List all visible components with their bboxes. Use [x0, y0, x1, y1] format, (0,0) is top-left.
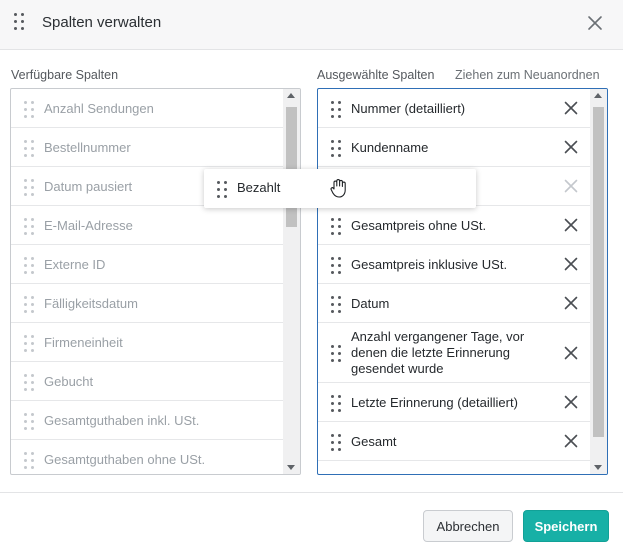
remove-icon[interactable] — [564, 296, 578, 310]
available-columns-label: Verfügbare Spalten — [11, 68, 119, 82]
remove-icon[interactable] — [564, 257, 578, 271]
available-scrollbar[interactable] — [283, 89, 300, 474]
available-item[interactable]: Gebucht — [11, 362, 283, 401]
available-item-label: Bestellnummer — [44, 139, 131, 155]
selected-item[interactable]: Datum — [318, 284, 590, 323]
drag-handle-icon[interactable] — [24, 335, 34, 352]
reorder-hint: Ziehen zum Neuanordnen — [455, 68, 600, 82]
selected-item-label: Gesamtpreis inklusive USt. — [351, 256, 508, 272]
drag-handle-icon[interactable] — [24, 374, 34, 391]
available-item[interactable]: Firmeneinheit — [11, 323, 283, 362]
drag-handle-icon[interactable] — [331, 296, 341, 313]
scrollbar-thumb[interactable] — [286, 107, 297, 227]
selected-item[interactable]: Gesamtpreis ohne USt. — [318, 206, 590, 245]
drag-handle-icon[interactable] — [331, 140, 341, 157]
drag-handle-icon[interactable] — [331, 218, 341, 235]
selected-scrollbar[interactable] — [590, 89, 607, 474]
drag-handle-icon[interactable] — [24, 452, 34, 469]
drag-handle-icon[interactable] — [24, 218, 34, 235]
drag-handle-icon[interactable] — [24, 140, 34, 157]
selected-item-label: Gesamtpreis ohne USt. — [351, 217, 487, 233]
scroll-down-arrow-icon[interactable] — [594, 465, 602, 470]
dialog-title: Spalten verwalten — [42, 14, 162, 31]
available-item[interactable]: Gesamtguthaben ohne USt. — [11, 440, 283, 474]
selected-item[interactable]: Gesamt — [318, 422, 590, 461]
selected-item-label: Letzte Erinnerung (detailliert) — [351, 394, 518, 410]
remove-icon[interactable] — [564, 101, 578, 115]
selected-columns-list[interactable]: Nummer (detailliert) Kundenname Gesamtpr… — [317, 88, 608, 475]
dialog-footer: Abbrechen Speichern — [0, 492, 623, 553]
scroll-up-arrow-icon[interactable] — [287, 93, 295, 98]
drag-handle-icon[interactable] — [24, 257, 34, 274]
drag-handle-icon[interactable] — [217, 181, 227, 198]
selected-item[interactable]: Anzahl vergangener Tage, vor denen die l… — [318, 323, 590, 383]
remove-icon[interactable] — [564, 346, 578, 360]
dialog-header: Spalten verwalten — [0, 0, 623, 50]
available-item[interactable]: Externe ID — [11, 245, 283, 284]
scrollbar-thumb[interactable] — [593, 107, 604, 437]
remove-icon[interactable] — [564, 395, 578, 409]
available-item-label: Externe ID — [44, 256, 106, 272]
available-item-label: Gesamtguthaben ohne USt. — [44, 451, 206, 467]
drag-handle-icon[interactable] — [331, 345, 341, 362]
manage-columns-dialog: Spalten verwalten Verfügbare Spalten Aus… — [0, 0, 623, 553]
available-item[interactable]: Fälligkeitsdatum — [11, 284, 283, 323]
available-item-label: Firmeneinheit — [44, 334, 123, 350]
dragged-item[interactable]: Bezahlt — [204, 169, 476, 208]
selected-item-label: Gesamt — [351, 433, 397, 449]
save-button[interactable]: Speichern — [523, 510, 609, 542]
drag-handle-icon[interactable] — [24, 179, 34, 196]
remove-icon[interactable] — [564, 140, 578, 154]
selected-item[interactable]: Nummer (detailliert) — [318, 89, 590, 128]
available-item-label: Fälligkeitsdatum — [44, 295, 138, 311]
selected-item[interactable]: Gesamtpreis inklusive USt. — [318, 245, 590, 284]
drag-handle-icon[interactable] — [14, 13, 24, 30]
available-item-label: Datum pausiert — [44, 178, 133, 194]
available-item-label: E-Mail-Adresse — [44, 217, 133, 233]
available-item-label: Anzahl Sendungen — [44, 100, 154, 116]
available-item-label: Gesamtguthaben inkl. USt. — [44, 412, 200, 428]
dragged-item-label: Bezahlt — [237, 180, 281, 195]
available-item[interactable]: Gesamtguthaben inkl. USt. — [11, 401, 283, 440]
selected-item[interactable]: Letzte Erinnerung (detailliert) — [318, 383, 590, 422]
close-icon[interactable] — [586, 14, 604, 32]
cancel-button[interactable]: Abbrechen — [423, 510, 513, 542]
drag-handle-icon[interactable] — [331, 434, 341, 451]
drag-handle-icon[interactable] — [331, 257, 341, 274]
remove-icon[interactable] — [564, 179, 578, 193]
available-item-label: Gebucht — [44, 373, 94, 389]
remove-icon[interactable] — [564, 218, 578, 232]
selected-item[interactable]: Kundenname — [318, 128, 590, 167]
grab-hand-icon — [330, 179, 346, 198]
drag-handle-icon[interactable] — [24, 413, 34, 430]
selected-item-label: Datum — [351, 295, 390, 311]
scroll-up-arrow-icon[interactable] — [594, 93, 602, 98]
selected-item-label: Anzahl vergangener Tage, vor denen die l… — [351, 328, 525, 376]
selected-columns-label: Ausgewählte Spalten — [317, 68, 435, 82]
scroll-down-arrow-icon[interactable] — [287, 465, 295, 470]
available-item[interactable]: E-Mail-Adresse — [11, 206, 283, 245]
available-item[interactable]: Anzahl Sendungen — [11, 89, 283, 128]
drag-handle-icon[interactable] — [331, 395, 341, 412]
available-item[interactable]: Bestellnummer — [11, 128, 283, 167]
drag-handle-icon[interactable] — [24, 296, 34, 313]
selected-item-label: Nummer (detailliert) — [351, 100, 466, 116]
remove-icon[interactable] — [564, 434, 578, 448]
selected-item-label: Kundenname — [351, 139, 429, 155]
drag-handle-icon[interactable] — [24, 101, 34, 118]
drag-handle-icon[interactable] — [331, 101, 341, 118]
available-columns-list[interactable]: Anzahl Sendungen Bestellnummer Datum pau… — [10, 88, 301, 475]
